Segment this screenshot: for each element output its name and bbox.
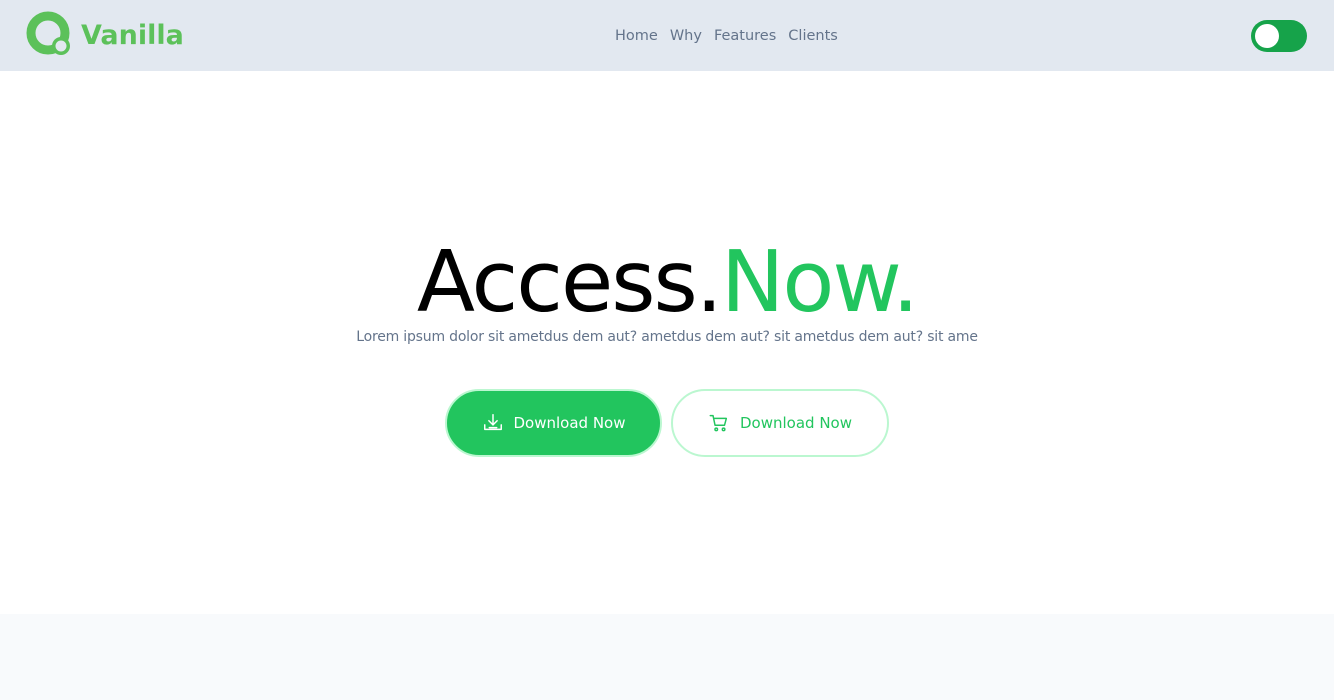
main-nav: Home Why Features Clients xyxy=(609,24,844,48)
brand-name: Vanilla xyxy=(81,19,184,51)
hero-subtitle: Lorem ipsum dolor sit ametdus dem aut? a… xyxy=(356,329,978,345)
brand-logo-link[interactable]: Vanilla xyxy=(26,11,184,59)
download-now-cart-button[interactable]: Download Now xyxy=(671,389,889,457)
vanilla-logo-icon xyxy=(26,11,74,59)
download-now-button[interactable]: Download Now xyxy=(445,389,662,457)
next-section-band xyxy=(0,614,1334,700)
nav-link-home[interactable]: Home xyxy=(615,28,658,44)
cart-icon xyxy=(708,412,740,434)
hero-section: Access.Now. Lorem ipsum dolor sit ametdu… xyxy=(0,71,1334,614)
nav-link-features[interactable]: Features xyxy=(714,28,776,44)
download-now-label: Download Now xyxy=(513,414,626,432)
navbar: Vanilla Home Why Features Clients xyxy=(0,0,1334,71)
theme-toggle[interactable] xyxy=(1251,20,1307,52)
headline-accent: Now. xyxy=(720,233,919,332)
nav-link-clients[interactable]: Clients xyxy=(788,28,838,44)
toggle-knob xyxy=(1255,24,1279,48)
download-icon xyxy=(482,412,514,434)
headline-main: Access. xyxy=(416,233,723,332)
nav-link-why[interactable]: Why xyxy=(670,28,702,44)
hero-headline: Access.Now. xyxy=(0,228,1334,338)
download-now-cart-label: Download Now xyxy=(740,414,852,432)
